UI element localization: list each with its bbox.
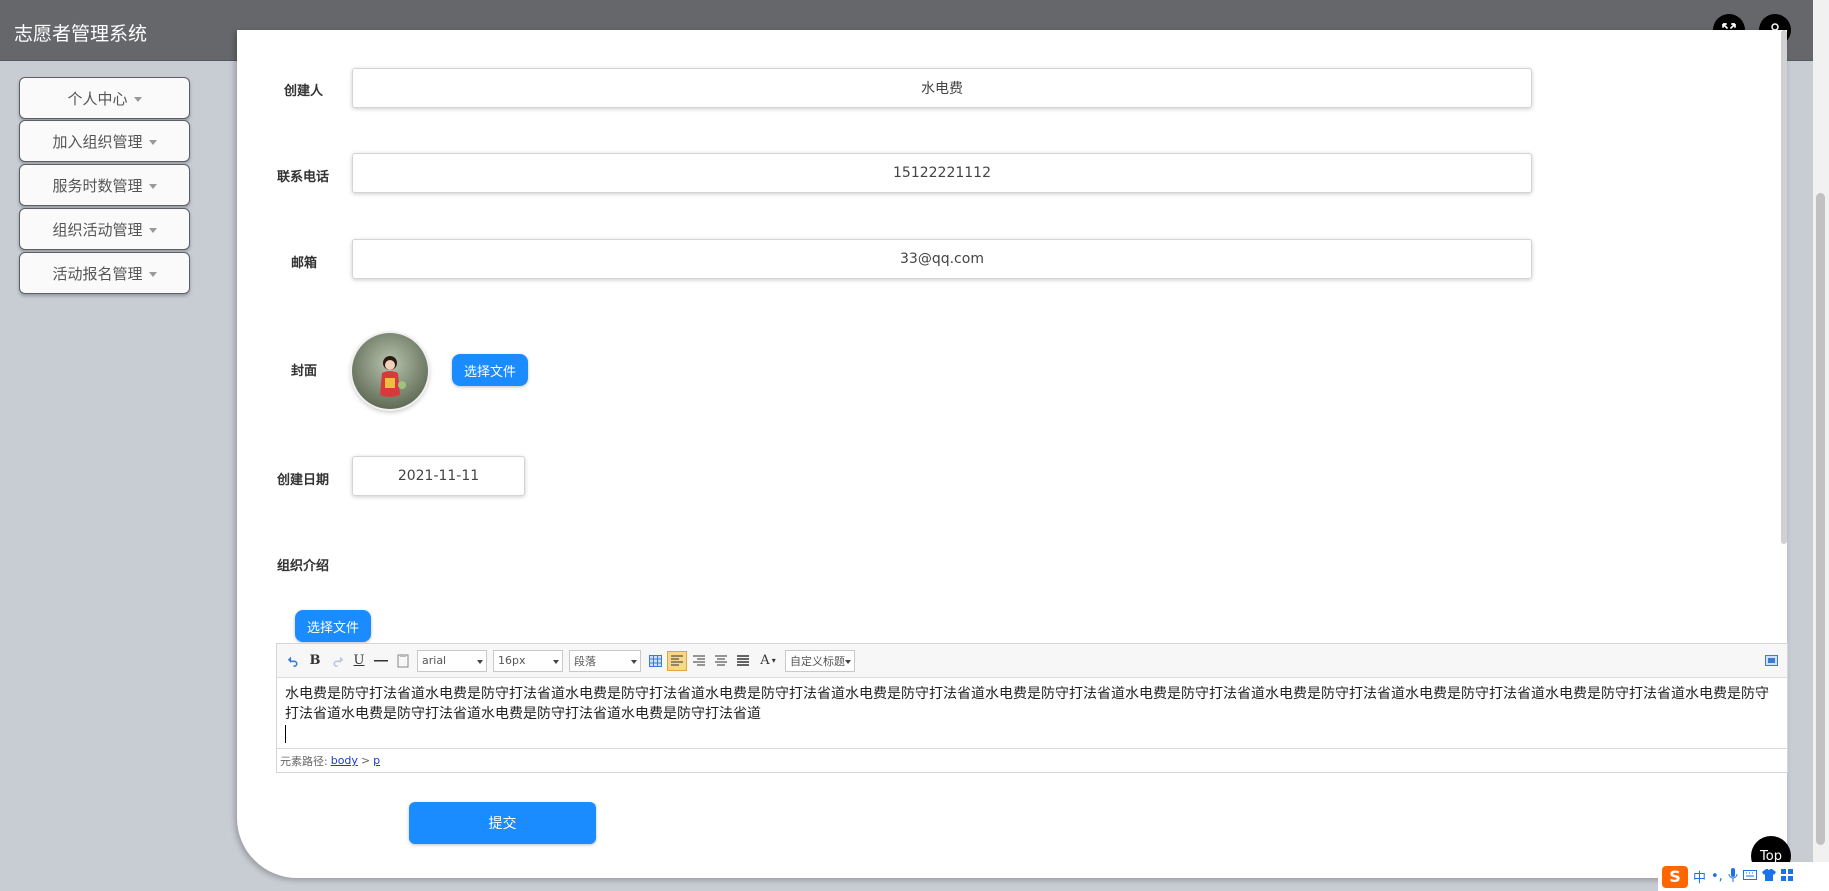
font-size-select[interactable]: 16px: [493, 649, 563, 672]
sidebar-item-label: 加入组织管理: [52, 132, 143, 151]
editor-content[interactable]: 水电费是防守打法省道水电费是防守打法省道水电费是防守打法省道水电费是防守打法省道…: [277, 678, 1787, 748]
font-color-icon[interactable]: A ▾: [755, 651, 781, 671]
caret-down-icon: [148, 183, 157, 189]
skin-icon[interactable]: [1761, 868, 1776, 885]
cover-select-file-button[interactable]: 选择文件: [452, 354, 528, 386]
date-input[interactable]: 2021-11-11: [352, 456, 525, 496]
editor-text: 水电费是防守打法省道水电费是防守打法省道水电费是防守打法省道水电费是防守打法省道…: [285, 686, 1769, 722]
creator-input[interactable]: 水电费: [352, 68, 1532, 108]
sidebar-item-service-hours[interactable]: 服务时数管理: [19, 164, 190, 206]
sidebar-item-join-org[interactable]: 加入组织管理: [19, 120, 190, 162]
punctuation-icon[interactable]: •,: [1711, 869, 1723, 884]
align-center-icon[interactable]: [711, 651, 731, 671]
sidebar-item-label: 组织活动管理: [52, 220, 143, 239]
rich-text-editor: B U arial 16px 段落 A ▾ 自定义标题 水电费是防守打法省道水电…: [276, 643, 1788, 773]
creator-label: 创建人: [284, 84, 324, 99]
editor-toolbar: B U arial 16px 段落 A ▾ 自定义标题: [277, 644, 1787, 678]
fullscreen-editor-icon[interactable]: [1761, 651, 1781, 671]
align-justify-icon[interactable]: [733, 651, 753, 671]
horizontal-rule-icon[interactable]: [371, 651, 391, 671]
caret-down-icon: [133, 96, 142, 102]
grid-menu-icon[interactable]: [1780, 868, 1793, 885]
intro-select-file-button[interactable]: 选择文件: [295, 610, 371, 642]
sidebar-item-label: 个人中心: [67, 89, 128, 108]
sidebar-item-activity-signup[interactable]: 活动报名管理: [19, 252, 190, 294]
undo-icon[interactable]: [283, 651, 303, 671]
email-label: 邮箱: [291, 256, 318, 271]
phone-label: 联系电话: [277, 170, 330, 185]
element-path: 元素路径: body > p: [277, 748, 1787, 772]
font-family-select[interactable]: arial: [417, 649, 487, 672]
element-path-p-link[interactable]: p: [373, 754, 380, 767]
sidebar-item-personal-center[interactable]: 个人中心: [19, 77, 190, 119]
microphone-icon[interactable]: [1728, 867, 1738, 886]
paste-plain-icon[interactable]: [393, 651, 413, 671]
underline-icon[interactable]: U: [349, 651, 369, 671]
sidebar-item-label: 活动报名管理: [52, 264, 143, 283]
date-label: 创建日期: [277, 473, 330, 488]
ime-language[interactable]: 中: [1693, 867, 1706, 886]
cover-image: [352, 333, 428, 409]
caret-down-icon: [148, 227, 157, 233]
caret-down-icon: [148, 271, 157, 277]
bold-icon[interactable]: B: [305, 651, 325, 671]
keyboard-icon[interactable]: [1742, 869, 1757, 884]
align-left-icon[interactable]: [667, 650, 687, 671]
paragraph-select[interactable]: 段落: [569, 649, 641, 672]
submit-button[interactable]: 提交: [409, 802, 596, 844]
phone-input[interactable]: 15122221112: [352, 153, 1532, 193]
redo-icon[interactable]: [327, 651, 347, 671]
app-title: 志愿者管理系统: [14, 23, 148, 45]
email-input[interactable]: 33@qq.com: [352, 239, 1532, 279]
intro-label: 组织介绍: [277, 559, 330, 574]
align-right-icon[interactable]: [689, 651, 709, 671]
caret-down-icon: [148, 139, 157, 145]
cover-label: 封面: [291, 364, 318, 379]
page-scrollbar-thumb[interactable]: [1816, 193, 1825, 845]
ime-toolbar: S 中 •,: [1658, 862, 1829, 891]
sidebar-item-org-activity[interactable]: 组织活动管理: [19, 208, 190, 250]
element-path-body-link[interactable]: body: [331, 754, 358, 767]
sogou-logo-icon[interactable]: S: [1662, 865, 1688, 888]
table-icon[interactable]: [645, 651, 665, 671]
text-cursor: [285, 725, 286, 743]
panel-scrollbar[interactable]: [1781, 30, 1787, 544]
element-path-label: 元素路径:: [280, 754, 328, 768]
sidebar-item-label: 服务时数管理: [52, 176, 143, 195]
custom-title-select[interactable]: 自定义标题: [785, 649, 855, 672]
element-path-separator: >: [360, 754, 371, 767]
